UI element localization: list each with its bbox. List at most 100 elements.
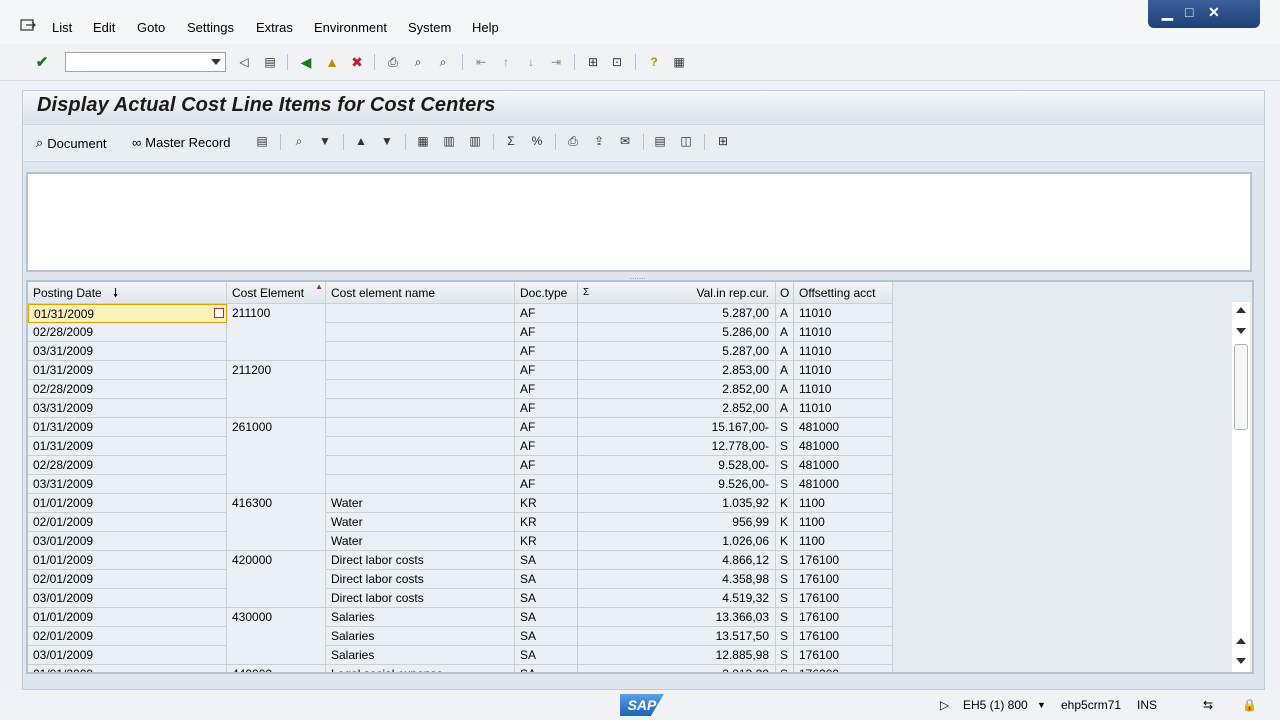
menu-extras[interactable]: Extras <box>256 20 293 35</box>
details-icon[interactable]: ▤ <box>254 133 270 149</box>
cell-cost-element[interactable] <box>227 380 326 399</box>
cell-cost-element-name[interactable] <box>326 361 515 380</box>
status-expand-icon[interactable]: ▷ <box>940 698 949 712</box>
next-page-icon[interactable]: ↓ <box>523 54 539 70</box>
cell-value[interactable]: 3.813,29 <box>578 665 776 672</box>
cell-cost-element-name[interactable] <box>326 456 515 475</box>
enter-check-icon[interactable]: ✔ <box>34 54 50 71</box>
cell-cost-element[interactable] <box>227 646 326 665</box>
cell-cost-element[interactable] <box>227 342 326 361</box>
cell-offsetting-acct[interactable]: 11010 <box>794 323 893 342</box>
columns-icon[interactable]: ▥ <box>441 133 457 149</box>
scroll-up-icon[interactable] <box>1236 307 1246 313</box>
table-row[interactable]: 02/28/2009 AF 5.286,00 A 11010 <box>28 323 893 342</box>
cell-offsetting-acct[interactable]: 1100 <box>794 494 893 513</box>
sum-icon[interactable]: Σ <box>503 133 519 149</box>
table-row[interactable]: 02/28/2009 AF 9.528,00- S 481000 <box>28 456 893 475</box>
cell-o[interactable]: S <box>776 437 794 456</box>
cell-offsetting-acct[interactable]: 11010 <box>794 342 893 361</box>
cell-offsetting-acct[interactable]: 176100 <box>794 570 893 589</box>
back-icon[interactable]: ◀ <box>298 54 314 70</box>
cell-offsetting-acct[interactable]: 176100 <box>794 646 893 665</box>
cell-offsetting-acct[interactable]: 11010 <box>794 399 893 418</box>
menu-icon[interactable] <box>20 18 36 32</box>
maximize-icon[interactable]: □ <box>1185 4 1193 20</box>
subtotal-icon[interactable]: % <box>529 133 545 149</box>
print-preview-icon[interactable]: ⎙ <box>565 133 581 149</box>
cell-cost-element-name[interactable] <box>326 380 515 399</box>
menu-help[interactable]: Help <box>472 20 499 35</box>
column-header-o[interactable]: O <box>776 282 794 304</box>
table-row[interactable]: 03/01/2009 Direct labor costs SA 4.519,32 S 1… <box>28 589 893 608</box>
cell-cost-element-name[interactable]: Water <box>326 513 515 532</box>
table-row[interactable]: 02/01/2009 Direct labor costs SA 4.358,98 S 1… <box>28 570 893 589</box>
cell-cost-element-name[interactable]: Legal social expense <box>326 665 515 672</box>
scroll-page-down-icon[interactable] <box>1236 658 1246 664</box>
cell-doc-type[interactable]: KR <box>515 494 578 513</box>
cell-posting-date[interactable]: 03/31/2009 <box>28 342 227 361</box>
cell-posting-date[interactable]: 02/01/2009 <box>28 570 227 589</box>
cell-posting-date[interactable]: 03/01/2009 <box>28 646 227 665</box>
cell-doc-type[interactable]: SA <box>515 551 578 570</box>
filter-icon[interactable]: ▼ <box>317 133 333 149</box>
cell-o[interactable]: A <box>776 323 794 342</box>
cell-posting-date[interactable]: 01/01/2009 <box>28 665 227 672</box>
cell-cost-element[interactable]: 211100 <box>227 304 326 323</box>
cell-doc-type[interactable]: AF <box>515 437 578 456</box>
system-dropdown-icon[interactable]: ▼ <box>1037 700 1046 710</box>
cell-posting-date[interactable]: 03/31/2009 <box>28 475 227 494</box>
cell-offsetting-acct[interactable]: 11010 <box>794 380 893 399</box>
cell-cost-element-name[interactable]: Direct labor costs <box>326 551 515 570</box>
cell-posting-date[interactable]: 02/28/2009 <box>28 456 227 475</box>
print-icon[interactable]: ⎙ <box>385 54 401 70</box>
table-row[interactable]: 03/31/2009 AF 9.526,00- S 481000 <box>28 475 893 494</box>
cell-posting-date[interactable]: 01/31/2009 <box>28 304 227 323</box>
cell-offsetting-acct[interactable]: 176100 <box>794 608 893 627</box>
report-icon[interactable]: ▤ <box>652 133 668 149</box>
cell-cost-element[interactable] <box>227 570 326 589</box>
cell-posting-date[interactable]: 03/01/2009 <box>28 532 227 551</box>
cell-doc-type[interactable]: AF <box>515 418 578 437</box>
cell-doc-type[interactable]: SA <box>515 570 578 589</box>
search-icon[interactable]: ⌕ <box>291 133 307 149</box>
menu-system[interactable]: System <box>408 20 451 35</box>
shortcut-icon[interactable]: ⊡ <box>609 54 625 70</box>
table-row[interactable]: 01/01/2009 416300 Water KR 1.035,92 K 1100 <box>28 494 893 513</box>
cell-value[interactable]: 956,99 <box>578 513 776 532</box>
cell-doc-type[interactable]: AF <box>515 304 578 323</box>
send-icon[interactable]: ✉ <box>617 133 633 149</box>
cell-offsetting-acct[interactable]: 1100 <box>794 532 893 551</box>
status-options-icon[interactable]: ⇆ <box>1203 698 1213 712</box>
cell-o[interactable]: S <box>776 665 794 672</box>
menu-list[interactable]: List <box>52 20 72 35</box>
cell-cost-element-name[interactable] <box>326 399 515 418</box>
column-header-value[interactable]: Σ Val.in rep.cur. <box>578 282 776 304</box>
table-row[interactable]: 01/31/2009 211200 AF 2.853,00 A 11010 <box>28 361 893 380</box>
table-row[interactable]: 02/01/2009 Water KR 956,99 K 1100 <box>28 513 893 532</box>
cell-value[interactable]: 5.286,00 <box>578 323 776 342</box>
cell-posting-date[interactable]: 01/01/2009 <box>28 608 227 627</box>
close-icon[interactable]: ✕ <box>1208 4 1220 21</box>
cell-cost-element-name[interactable] <box>326 323 515 342</box>
cell-doc-type[interactable]: AF <box>515 475 578 494</box>
cell-value[interactable]: 12.778,00- <box>578 437 776 456</box>
cell-posting-date[interactable]: 01/01/2009 <box>28 551 227 570</box>
table-row[interactable]: 01/01/2009 420000 Direct labor costs SA 4.86… <box>28 551 893 570</box>
cell-cost-element[interactable]: 416300 <box>227 494 326 513</box>
find-icon[interactable]: ⌕ <box>410 54 426 70</box>
cell-doc-type[interactable]: AF <box>515 380 578 399</box>
cell-cost-element[interactable] <box>227 456 326 475</box>
first-page-icon[interactable]: ⇤ <box>473 54 489 70</box>
layout-icon[interactable]: ▦ <box>415 133 431 149</box>
column-header-cost-element-name[interactable]: Cost element name <box>326 282 515 304</box>
cell-o[interactable]: A <box>776 361 794 380</box>
table-row[interactable]: 03/01/2009 Salaries SA 12.885,98 S 176100 <box>28 646 893 665</box>
cell-offsetting-acct[interactable]: 481000 <box>794 418 893 437</box>
cell-o[interactable]: S <box>776 418 794 437</box>
cell-cost-element-name[interactable]: Direct labor costs <box>326 570 515 589</box>
back-arrow-icon[interactable]: ◁ <box>236 54 252 70</box>
cell-value[interactable]: 9.528,00- <box>578 456 776 475</box>
cell-offsetting-acct[interactable]: 176200 <box>794 665 893 672</box>
value-help-icon[interactable] <box>214 308 224 318</box>
cell-o[interactable]: K <box>776 532 794 551</box>
